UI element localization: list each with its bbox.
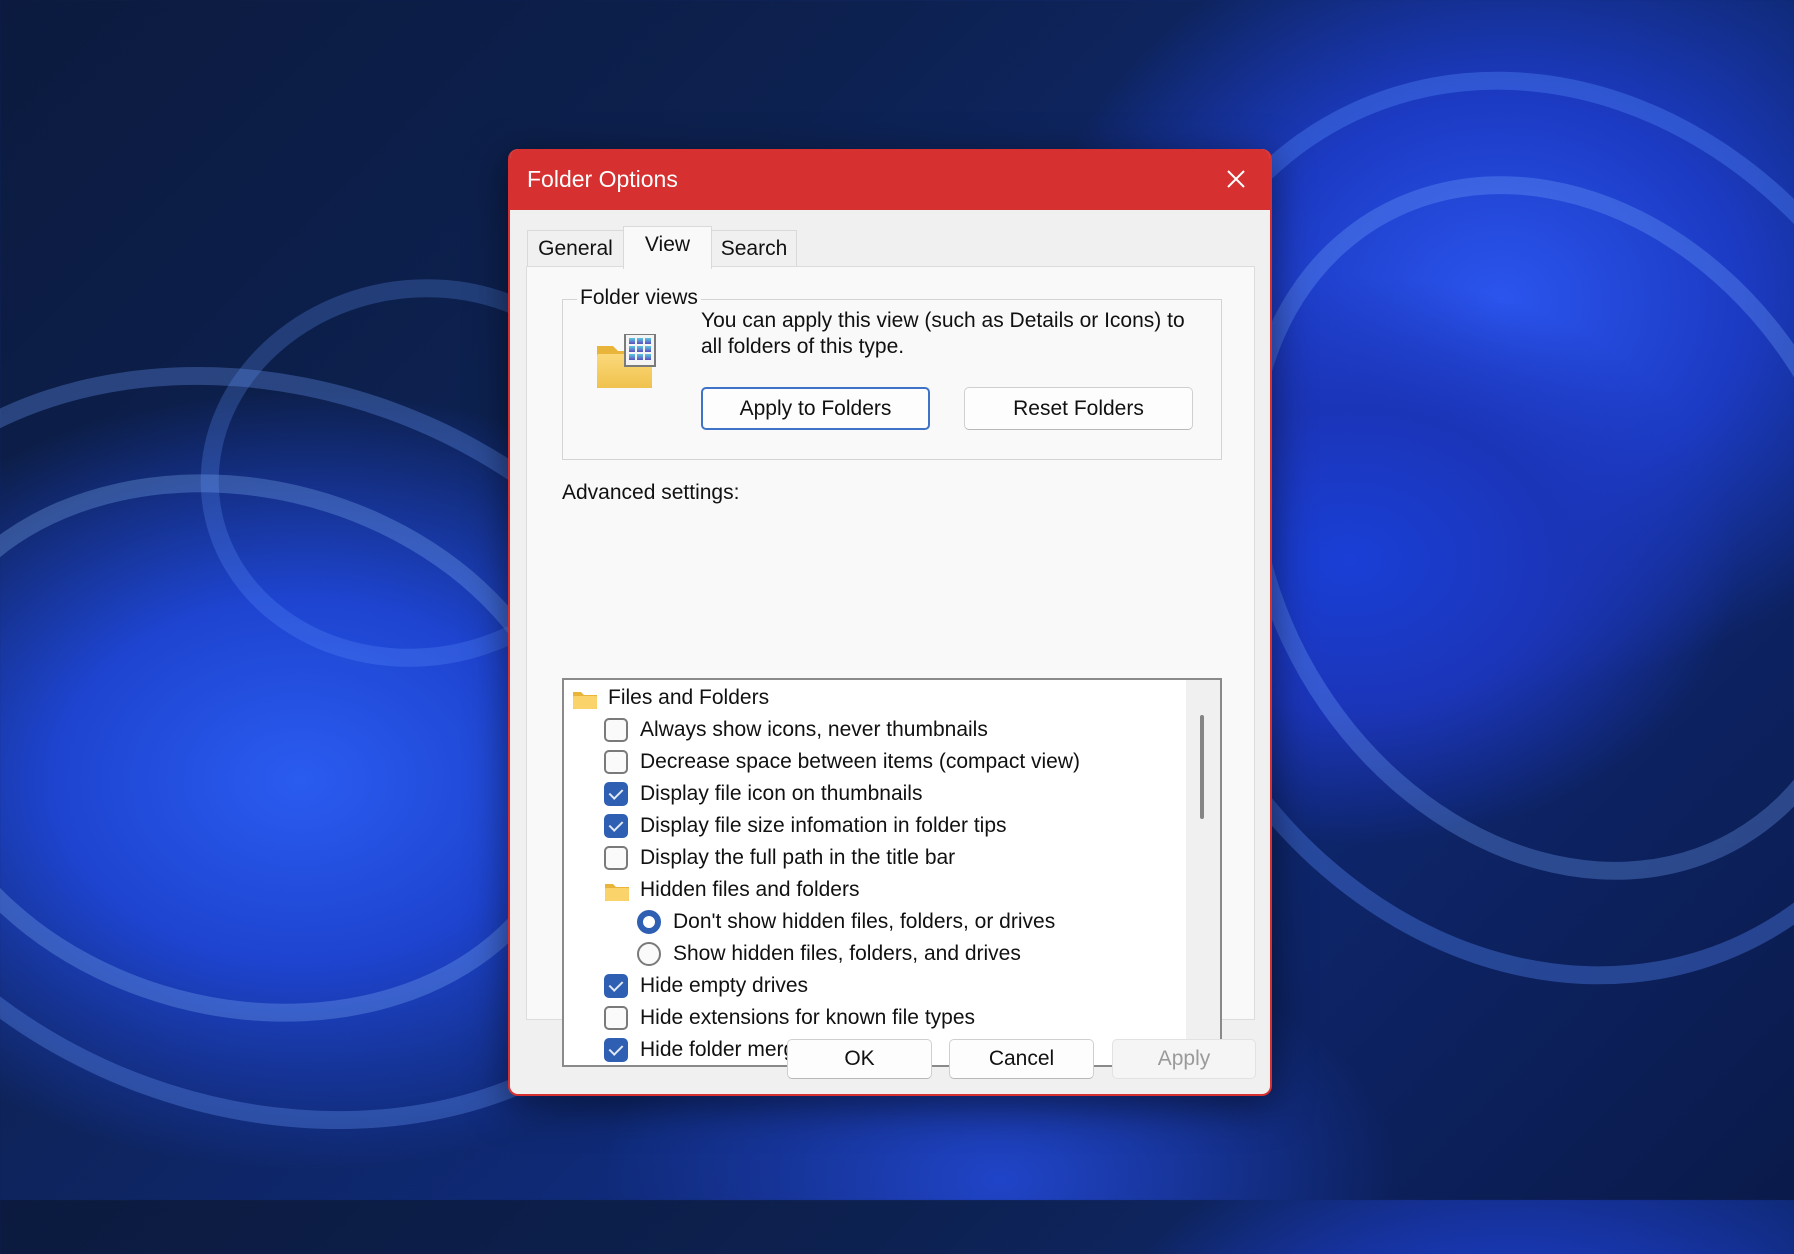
advanced-settings-label: Advanced settings:: [562, 481, 740, 504]
scrollbar-thumb[interactable]: [1200, 715, 1204, 819]
checkbox[interactable]: [604, 1006, 628, 1030]
setting-label: Decrease space between items (compact vi…: [640, 750, 1081, 773]
cancel-button[interactable]: Cancel: [949, 1039, 1094, 1079]
folder-icon: [572, 688, 598, 709]
setting-label: Don't show hidden files, folders, or dri…: [673, 910, 1056, 933]
setting-label: Hidden files and folders: [640, 878, 860, 901]
tab-search[interactable]: Search: [711, 230, 797, 268]
folder-view-icon: [595, 333, 657, 390]
checkbox[interactable]: [604, 750, 628, 774]
close-icon[interactable]: [1220, 163, 1252, 195]
radio-button[interactable]: [637, 910, 661, 934]
setting-label: Show hidden files, folders, and drives: [673, 942, 1021, 965]
setting-label: Display the full path in the title bar: [640, 846, 956, 869]
setting-label: Display file icon on thumbnails: [640, 782, 923, 805]
checkbox[interactable]: [604, 814, 628, 838]
apply-to-folders-button[interactable]: Apply to Folders: [701, 387, 930, 430]
apply-button: Apply: [1112, 1039, 1256, 1079]
title-bar[interactable]: Folder Options: [510, 149, 1270, 210]
advanced-settings-list[interactable]: Files and Folders Always show icons, neve…: [562, 678, 1222, 1067]
tab-view[interactable]: View: [623, 226, 712, 269]
folder-views-group: Folder views You can apply this view (su…: [562, 286, 1222, 460]
ok-button[interactable]: OK: [787, 1039, 932, 1079]
radio-button[interactable]: [637, 942, 661, 966]
checkbox[interactable]: [604, 718, 628, 742]
scrollbar[interactable]: [1186, 680, 1220, 1065]
checkbox[interactable]: [604, 846, 628, 870]
dialog-title: Folder Options: [527, 166, 678, 192]
checkbox[interactable]: [604, 974, 628, 998]
folder-options-dialog: Folder Options General View Search Folde…: [508, 149, 1272, 1096]
reset-folders-button[interactable]: Reset Folders: [964, 387, 1193, 430]
setting-label: Hide empty drives: [640, 974, 809, 997]
setting-label: Files and Folders: [608, 686, 770, 709]
checkbox[interactable]: [604, 1038, 628, 1062]
folder-icon: [604, 880, 630, 901]
checkbox[interactable]: [604, 782, 628, 806]
tab-general[interactable]: General: [527, 230, 624, 268]
setting-label: Hide extensions for known file types: [640, 1006, 976, 1029]
view-tab-panel: Folder views You can apply this view (su…: [526, 266, 1255, 1067]
folder-views-label: Folder views: [577, 286, 701, 310]
folder-views-description: You can apply this view (such as Details…: [701, 309, 1185, 358]
setting-label: Always show icons, never thumbnails: [640, 718, 988, 741]
setting-label: Display file size infomation in folder t…: [640, 814, 1007, 837]
